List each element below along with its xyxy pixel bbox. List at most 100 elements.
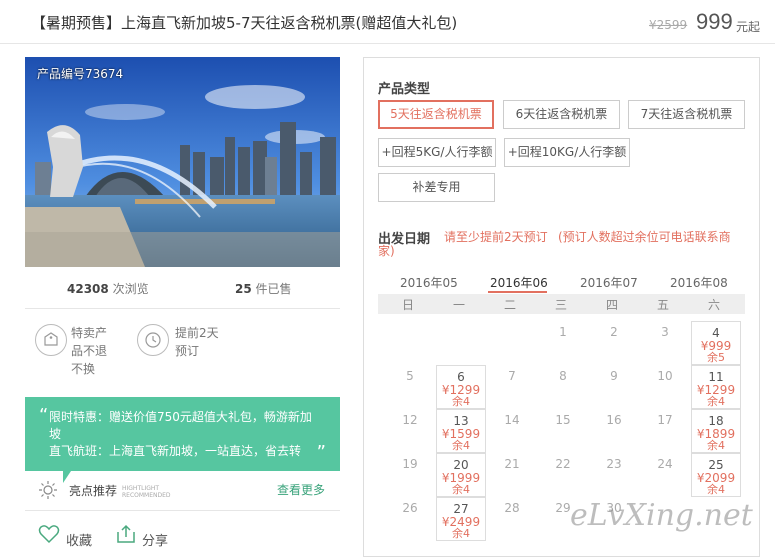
product-image[interactable]: 产品编号73674: [25, 57, 340, 267]
day-remaining: 余5: [707, 351, 725, 364]
day-number: 11: [708, 370, 724, 384]
highlight-recommend: 亮点推荐 HIGHTLIGHT RECOMMENDED 查看更多: [38, 480, 338, 500]
option-5day[interactable]: 5天往返含税机票: [378, 100, 494, 129]
sun-icon: [39, 481, 57, 499]
calendar-day-available[interactable]: 25 ¥2099 余4: [691, 453, 741, 497]
current-price: 999: [696, 9, 733, 34]
day-number: 4: [712, 326, 720, 340]
promo-line: 直飞航班：上海直飞新加坡，一站直达，省去转: [49, 444, 302, 458]
title-bar: 【暑期预售】上海直飞新加坡5-7天往返含税机票(赠超值大礼包) ¥2599 99…: [0, 0, 775, 44]
product-number: 产品编号73674: [37, 67, 124, 81]
recommend-en: HIGHTLIGHT RECOMMENDED: [122, 485, 171, 499]
day-number: 17: [657, 413, 673, 427]
tag-icon: [35, 324, 67, 356]
calendar-day: 15: [538, 409, 588, 453]
day-number: 5: [406, 369, 414, 383]
feature-line: 预订: [175, 344, 200, 358]
feature-line: 特卖产: [71, 326, 108, 340]
day-number: 14: [504, 413, 520, 427]
promo-line: 坡: [49, 427, 62, 441]
feature-line: 提前2天: [175, 326, 219, 340]
weekday: 三: [554, 298, 567, 312]
option-7day[interactable]: 7天往返含税机票: [628, 100, 745, 129]
calendar-day-available[interactable]: 20 ¥1999 余4: [436, 453, 486, 497]
calendar-day: 12: [385, 409, 435, 453]
promo-box: “ 限时特惠：赠送价值750元超值大礼包，畅游新加 坡 直飞航班：上海直飞新加坡…: [25, 397, 340, 471]
original-price: ¥2599: [649, 18, 688, 32]
weekday: 五: [656, 298, 669, 312]
calendar-day-available[interactable]: 6 ¥1299 余4: [436, 365, 486, 409]
divider: [25, 510, 340, 511]
view-count-value: 42308: [67, 282, 109, 296]
sold-count-value: 25: [235, 282, 252, 296]
calendar-day: 24: [640, 453, 690, 497]
day-number: 6: [457, 370, 465, 384]
calendar-day-available[interactable]: 27 ¥2499 余4: [436, 497, 486, 541]
calendar-day: 28: [487, 497, 537, 541]
calendar-day: 23: [589, 453, 639, 497]
capacity-note: (预订人数超过余位可电话联系商: [558, 230, 731, 244]
weekday: 二: [503, 298, 516, 312]
watermark: eLvXing.net: [570, 498, 753, 533]
recommend-en-line: RECOMMENDED: [122, 492, 171, 499]
stats-bar: 42308 次浏览 25 件已售: [25, 267, 340, 309]
calendar-day-available[interactable]: 18 ¥1899 余4: [691, 409, 741, 453]
option-luggage-10kg[interactable]: +回程10KG/人行李额: [504, 138, 630, 167]
weekday: 日: [401, 298, 414, 312]
advance-booking-note: 请至少提前2天预订: [444, 230, 548, 244]
calendar-day: 8: [538, 365, 588, 409]
view-count: 42308 次浏览: [67, 280, 149, 297]
day-remaining: 余4: [707, 395, 725, 408]
promo-line: 限时特惠：赠送价值750元超值大礼包，畅游新加: [49, 410, 312, 424]
weekday: 四: [605, 298, 618, 312]
feature-line: 品不退: [71, 344, 108, 358]
calendar-day-available[interactable]: 11 ¥1299 余4: [691, 365, 741, 409]
option-6day[interactable]: 6天往返含税机票: [503, 100, 620, 129]
day-number: 23: [606, 457, 622, 471]
calendar-day: 14: [487, 409, 537, 453]
recommend-en-line: HIGHTLIGHT: [122, 485, 160, 492]
calendar-day: 26: [385, 497, 435, 541]
feature-line: 不换: [71, 362, 96, 376]
month-tab-selected[interactable]: 2016年06: [490, 274, 548, 291]
calendar-day: 9: [589, 365, 639, 409]
feature-no-refund: 特卖产 品不退 不换: [71, 324, 107, 378]
month-tab[interactable]: 2016年07: [580, 274, 638, 291]
day-number: 25: [708, 458, 724, 472]
price-unit: 元起: [736, 20, 761, 34]
sold-count-label: 件已售: [255, 282, 292, 296]
day-number: 7: [508, 369, 516, 383]
day-number: 10: [657, 369, 673, 383]
option-luggage-5kg[interactable]: +回程5KG/人行李额: [378, 138, 496, 167]
weekday: 一: [452, 298, 465, 312]
recommend-label: 亮点推荐: [69, 484, 118, 498]
day-number: 21: [504, 457, 520, 471]
option-price-diff[interactable]: 补差专用: [378, 173, 495, 202]
day-number: 18: [708, 414, 724, 428]
share-icon: [117, 524, 135, 543]
calendar-day: 1: [538, 321, 588, 365]
month-tab[interactable]: 2016年05: [400, 274, 458, 291]
calendar-day: 10: [640, 365, 690, 409]
day-number: 22: [555, 457, 571, 471]
calendar-day-available[interactable]: 13 ¥1599 余4: [436, 409, 486, 453]
day-number: 13: [453, 414, 469, 428]
day-number: 20: [453, 458, 469, 472]
see-more-link[interactable]: 查看更多: [277, 481, 325, 498]
day-remaining: 余4: [707, 439, 725, 452]
month-tab[interactable]: 2016年08: [670, 274, 728, 291]
features: 特卖产 品不退 不换 提前2天 预订: [25, 310, 340, 390]
clock-icon: [137, 324, 169, 356]
calendar-day: 5: [385, 365, 435, 409]
calendar-day: 19: [385, 453, 435, 497]
sold-count: 25 件已售: [235, 280, 292, 297]
heart-icon: [38, 525, 60, 544]
calendar-day: 7: [487, 365, 537, 409]
day-number: 9: [610, 369, 618, 383]
day-number: 19: [402, 457, 418, 471]
day-number: 16: [606, 413, 622, 427]
day-remaining: 余4: [707, 483, 725, 496]
capacity-note-cont: 家): [378, 244, 395, 258]
view-count-label: 次浏览: [112, 282, 149, 296]
calendar-day-available[interactable]: 4 ¥999 余5: [691, 321, 741, 365]
